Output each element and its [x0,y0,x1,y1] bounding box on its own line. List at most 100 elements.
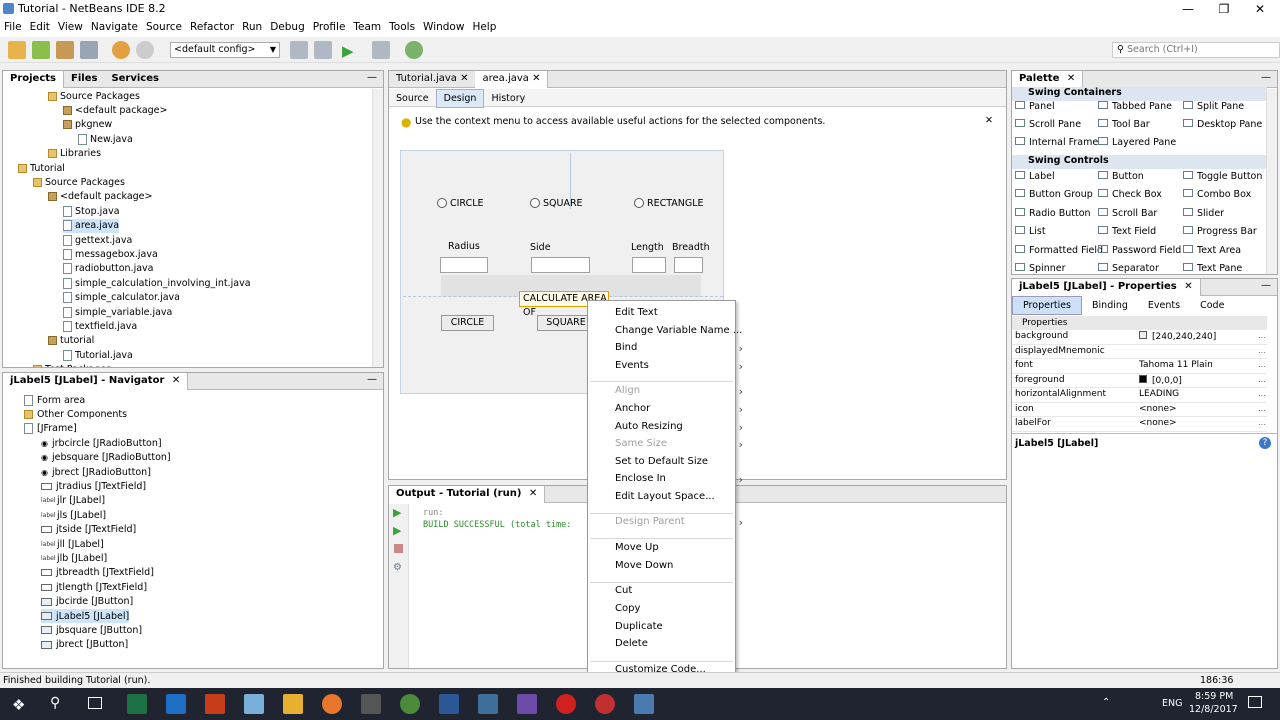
ellipsis-icon[interactable]: … [1258,331,1266,340]
undo-icon[interactable] [112,41,130,59]
menu-window[interactable]: Window [419,18,468,36]
ellipsis-icon[interactable]: … [1258,404,1266,413]
palette-item[interactable]: Radio Button [1015,207,1091,219]
notifications-icon[interactable] [1248,696,1262,708]
radio-circle[interactable]: CIRCLE [437,198,541,214]
save-all-icon[interactable] [80,41,98,59]
context-menu-item[interactable]: Set to Default Size [615,456,733,467]
edge-icon[interactable] [166,694,186,714]
tree-item[interactable]: <default package> [48,190,152,204]
navigator-item[interactable]: Other Components [24,407,127,421]
context-menu-item[interactable]: Cut [615,585,733,596]
tab-properties[interactable]: Properties [1012,296,1083,315]
palette-item[interactable]: Tool Bar [1098,119,1150,130]
property-row[interactable]: font Tahoma 11 Plain… [1012,359,1267,374]
context-menu-item[interactable]: Edit Text [615,307,733,318]
palette-item[interactable]: Scroll Pane [1015,119,1081,130]
palette-item[interactable]: Toggle Button [1183,171,1262,182]
minimize-panel-icon[interactable]: — [367,72,377,83]
close-icon[interactable]: ✕ [172,375,180,386]
close-hint-icon[interactable]: ✕ [985,115,993,126]
palette-item[interactable]: Separator [1098,263,1159,274]
navigator-item[interactable]: label jlb [JLabel] [41,551,107,565]
menu-debug[interactable]: Debug [266,18,309,36]
tree-item[interactable]: Tutorial [18,161,65,175]
context-menu-item[interactable]: Move Up [615,542,733,553]
debug-icon[interactable] [372,41,390,59]
app-icon[interactable] [595,694,615,714]
tree-item[interactable]: Test Packages [33,363,111,367]
palette-item[interactable]: Text Field [1098,226,1156,237]
clean-build-icon[interactable] [314,41,332,59]
powerpoint-icon[interactable] [205,694,225,714]
tree-item[interactable]: New.java [78,132,133,146]
navigator-item[interactable]: ◉ jbrect [JRadioButton] [41,465,151,479]
task-view-icon[interactable] [88,697,102,709]
palette-item[interactable]: Check Box [1098,189,1162,200]
context-menu-item[interactable]: Duplicate [615,621,733,632]
tab-services[interactable]: Services [104,71,166,88]
palette-item[interactable]: Spinner [1015,263,1066,274]
profile-icon[interactable] [405,41,423,59]
radio-rectangle[interactable]: RECTANGLE [634,198,724,214]
context-menu-item[interactable]: Change Variable Name ... [615,325,742,336]
close-icon[interactable]: ✕ [529,73,540,84]
palette-item[interactable]: Formatted Field [1015,244,1103,256]
netbeans-taskbar-icon[interactable] [478,694,498,714]
palette-item[interactable]: Combo Box [1183,189,1251,200]
property-row[interactable]: foreground [0,0,0]… [1012,374,1267,388]
tab-code[interactable]: Code [1190,297,1234,314]
circle-button[interactable]: CIRCLE [441,315,494,331]
navigator-item[interactable]: ◉ jebsquare [JRadioButton] [41,451,171,465]
palette-item[interactable]: Panel [1015,101,1055,112]
breadth-textfield[interactable] [674,257,703,273]
minimize-button[interactable]: — [1170,0,1206,18]
palette-item[interactable]: Progress Bar [1183,226,1257,237]
property-row[interactable]: icon <none>… [1012,403,1267,417]
tree-item[interactable]: <default package> [63,103,167,117]
minimize-panel-icon[interactable]: — [367,374,377,385]
context-menu-item[interactable]: Bind › [615,342,743,355]
property-row[interactable]: displayedMnemonic… [1012,345,1267,359]
tree-item[interactable]: simple_calculation_involving_int.java [63,276,251,290]
navigator-item[interactable]: [JFrame] [24,422,77,436]
navigator-item[interactable]: ◉ jrbcircle [JRadioButton] [41,436,162,450]
radius-textfield[interactable] [440,257,488,273]
palette-item[interactable]: Scroll Bar [1098,207,1157,219]
run-icon[interactable]: ▶ [342,42,354,60]
tab-history[interactable]: History [484,90,532,107]
new-project-icon[interactable] [32,41,50,59]
calculator-icon[interactable] [361,694,381,714]
palette-item[interactable]: Desktop Pane [1183,119,1262,130]
ellipsis-icon[interactable]: … [1258,375,1266,384]
context-menu-item[interactable]: Auto Resizing › [615,421,743,434]
navigator-item[interactable]: jbsquare [JButton] [41,623,142,637]
context-menu-item[interactable]: Copy [615,603,733,614]
tab-design[interactable]: Design [435,89,485,108]
radio-square[interactable]: SQUARE [530,198,610,214]
palette-item[interactable]: Internal Frame [1015,137,1098,148]
excel-icon[interactable] [127,694,147,714]
maximize-button[interactable]: ❐ [1206,0,1242,18]
ellipsis-icon[interactable]: … [1258,346,1266,355]
property-row[interactable]: horizontalAlignment LEADING… [1012,388,1267,403]
new-file-icon[interactable] [8,41,26,59]
search-icon[interactable]: ⚲ [50,695,60,711]
search-input[interactable] [1127,44,1267,55]
editor-tab[interactable]: area.java ✕ [475,71,549,88]
tree-item[interactable]: Source Packages [33,175,125,189]
tree-item[interactable]: tutorial [48,334,94,348]
tree-item[interactable]: area.java [63,218,120,233]
palette-item[interactable]: Button [1098,171,1144,182]
tray-up-icon[interactable]: ⌃ [1102,697,1110,708]
search-box[interactable]: ⚲ [1112,42,1280,58]
file-explorer-icon[interactable] [283,694,303,714]
minimize-panel-icon[interactable]: — [1261,280,1271,291]
palette-item[interactable]: Password Field [1098,244,1181,256]
tab-source[interactable]: Source [389,90,436,107]
word-icon[interactable] [439,694,459,714]
close-button[interactable]: ✕ [1242,0,1278,18]
build-icon[interactable] [290,41,308,59]
clock-date[interactable]: 12/8/2017 [1189,704,1238,715]
tree-item[interactable]: radiobutton.java [63,262,153,276]
